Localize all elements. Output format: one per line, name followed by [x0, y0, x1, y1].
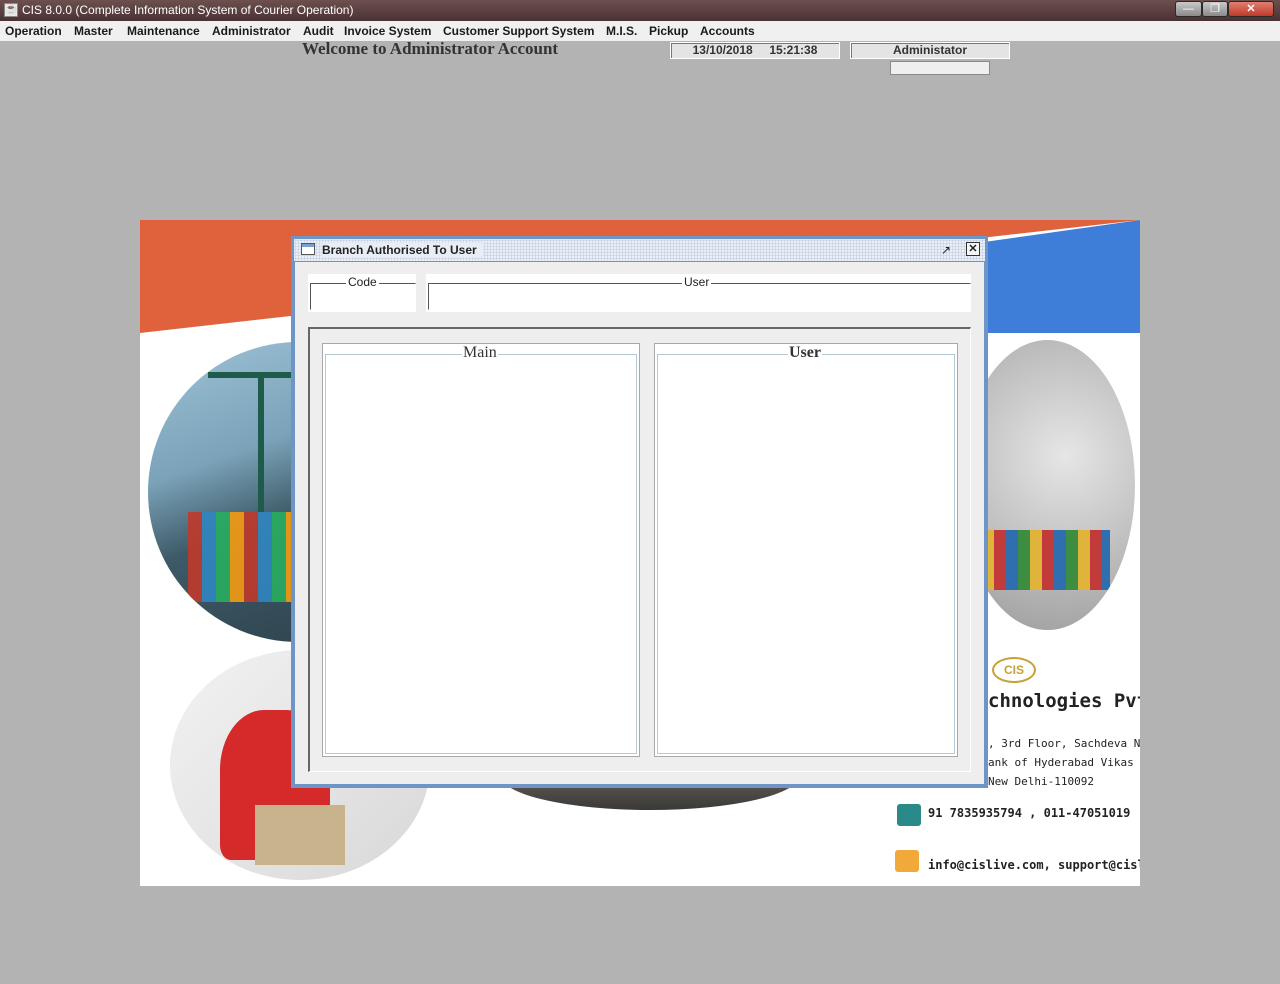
mail-icon — [895, 850, 919, 872]
phone-icon — [897, 804, 921, 826]
menu-audit[interactable]: Audit — [303, 24, 334, 38]
branch-authorised-dialog: Branch Authorised To User ↗ ✕ Code User … — [291, 236, 988, 788]
menu-customer-support-system[interactable]: Customer Support System — [443, 24, 594, 38]
java-app-icon: ☕ — [4, 3, 18, 17]
menu-administrator[interactable]: Administrator — [212, 24, 291, 38]
user-list[interactable]: User — [654, 343, 958, 757]
maximize-button[interactable]: ❐ — [1202, 1, 1228, 17]
window-title: CIS 8.0.0 (Complete Information System o… — [22, 3, 354, 17]
dialog-title-bar[interactable]: Branch Authorised To User ↗ ✕ — [294, 239, 985, 261]
address-line-1: , 3rd Floor, Sachdeva Niwas — [988, 737, 1140, 750]
company-logo: CIS — [992, 657, 1036, 683]
address-line-2: ank of Hyderabad Vikas Marg, — [988, 756, 1140, 769]
menu-maintenance[interactable]: Maintenance — [127, 24, 200, 38]
main-list[interactable]: Main — [322, 343, 640, 757]
code-label: Code — [346, 275, 379, 289]
phone-numbers: 91 7835935794 , 011-47051019 — [928, 806, 1131, 820]
menu-operation[interactable]: Operation — [5, 24, 62, 38]
user-list-label: User — [788, 344, 822, 362]
menu-invoice-system[interactable]: Invoice System — [344, 24, 431, 38]
minimize-button[interactable]: — — [1175, 1, 1202, 17]
lists-panel: Main User — [308, 327, 971, 772]
dialog-title: Branch Authorised To User — [322, 243, 483, 257]
title-bar: ☕ CIS 8.0.0 (Complete Information System… — [0, 0, 1280, 21]
welcome-heading: Welcome to Administrator Account — [302, 39, 559, 58]
menu-accounts[interactable]: Accounts — [700, 24, 755, 38]
restore-icon[interactable]: ↗ — [938, 242, 954, 258]
user-label: User — [682, 275, 712, 289]
company-name: chnologies Pvt Ltd — [988, 690, 1140, 712]
menu-bar: Operation Master Maintenance Administrat… — [0, 21, 1280, 41]
datetime-display: 13/10/2018 15:21:38 — [670, 42, 840, 59]
user-display: Administator — [850, 42, 1010, 59]
window-icon — [301, 243, 315, 255]
email-addresses: info@cislive.com, support@cislive.com — [928, 858, 1140, 872]
address-line-3: New Delhi-110092 — [988, 775, 1094, 788]
menu-mis[interactable]: M.I.S. — [606, 24, 637, 38]
close-button[interactable]: ✕ — [1228, 1, 1274, 17]
dialog-body: Code User Main User — [295, 262, 984, 784]
code-field[interactable]: Code — [308, 274, 416, 312]
menu-pickup[interactable]: Pickup — [649, 24, 688, 38]
status-box — [890, 61, 990, 75]
main-list-label: Main — [462, 344, 498, 362]
user-field[interactable]: User — [426, 274, 971, 312]
menu-master[interactable]: Master — [74, 24, 113, 38]
close-icon[interactable]: ✕ — [966, 242, 980, 256]
